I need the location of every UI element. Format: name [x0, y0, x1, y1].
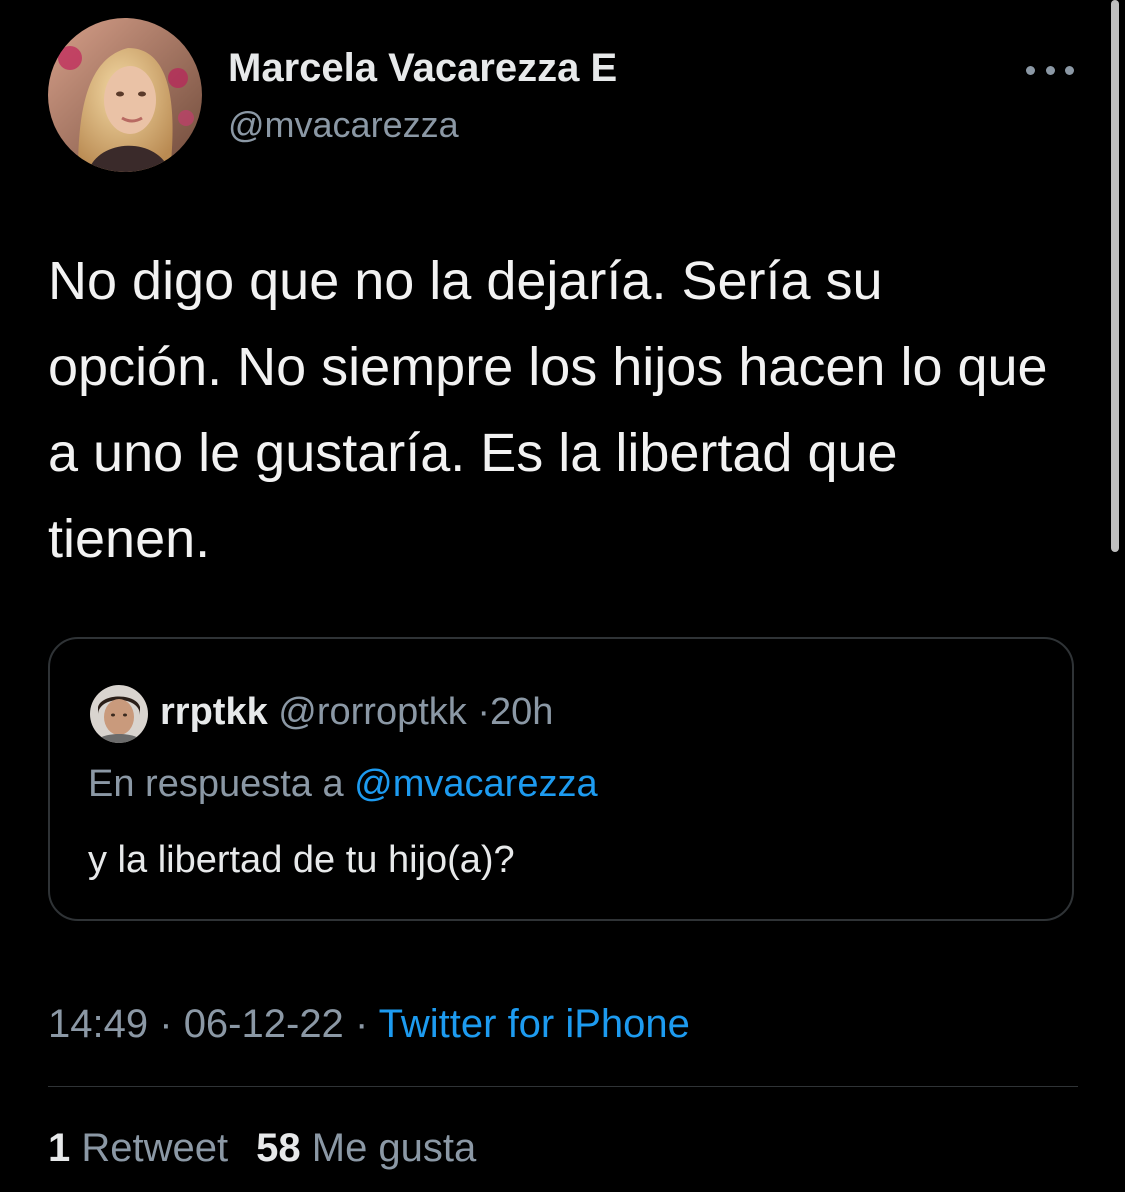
- quoted-reply-context: En respuesta a @mvacarezza: [88, 759, 598, 809]
- reply-prefix: En respuesta a: [88, 763, 344, 805]
- retweets-stat[interactable]: 1 Retweet: [48, 1126, 228, 1170]
- scrollbar[interactable]: [1111, 0, 1119, 552]
- author-avatar[interactable]: [48, 18, 202, 172]
- author-name[interactable]: Marcela Vacarezza E: [228, 46, 617, 91]
- more-dot: [1026, 65, 1035, 75]
- tweet-time[interactable]: 14:49: [48, 1002, 148, 1046]
- tweet-header: Marcela Vacarezza E @mvacarezza: [48, 18, 1078, 176]
- quoted-separator: ·: [477, 691, 490, 733]
- tweet-meta: 14:49 · 06-12-22 · Twitter for iPhone: [48, 998, 690, 1050]
- tweet-date[interactable]: 06-12-22: [184, 1002, 344, 1046]
- quoted-tweet-header: rrptkk @rorroptkk ·20h: [160, 687, 553, 737]
- quoted-tweet-card[interactable]: rrptkk @rorroptkk ·20h En respuesta a @m…: [48, 637, 1074, 921]
- likes-label: Me gusta: [311, 1126, 477, 1170]
- quoted-time: 20h: [490, 691, 554, 733]
- more-dot: [1065, 65, 1074, 75]
- quoted-author-handle[interactable]: @rorroptkk: [278, 691, 467, 733]
- tweet-stats: 1 Retweet 58 Me gusta: [48, 1122, 476, 1174]
- quoted-author-avatar: [90, 685, 148, 743]
- more-dot: [1045, 65, 1055, 75]
- retweets-label: Retweet: [81, 1126, 229, 1170]
- quoted-author-name[interactable]: rrptkk: [160, 691, 268, 733]
- tweet-source-link[interactable]: Twitter for iPhone: [379, 1002, 690, 1046]
- reply-mention-link[interactable]: @mvacarezza: [354, 763, 597, 805]
- meta-separator: ·: [354, 1002, 369, 1046]
- quoted-tweet-text: y la libertad de tu hijo(a)?: [88, 839, 515, 881]
- author-handle[interactable]: @mvacarezza: [228, 104, 459, 146]
- meta-separator: ·: [159, 1002, 173, 1046]
- divider: [48, 1086, 1078, 1087]
- likes-stat[interactable]: 58 Me gusta: [256, 1126, 476, 1170]
- retweets-count: 1: [48, 1126, 71, 1170]
- tweet-text: No digo que no la dejaría. Sería su opci…: [48, 251, 1048, 569]
- likes-count: 58: [256, 1126, 301, 1170]
- more-horizontal-icon[interactable]: [1026, 58, 1074, 82]
